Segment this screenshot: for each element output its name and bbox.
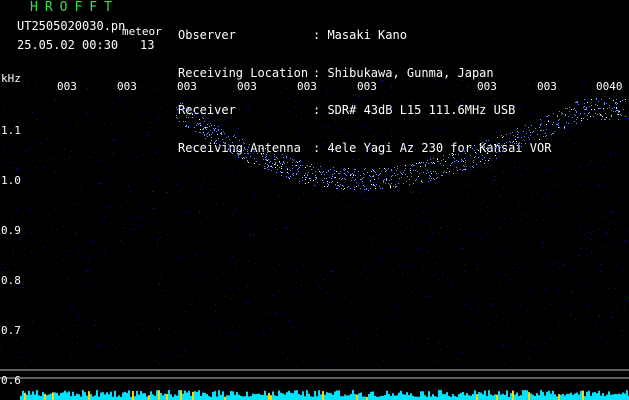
info-row-location: Receiving Location : Shibukawa, Gunma, Ja… bbox=[178, 65, 551, 80]
detection-label: meteor bbox=[122, 25, 162, 38]
date-time: 25.05.02 00:30 bbox=[17, 38, 119, 52]
y-tick-label: 0.7 bbox=[1, 324, 21, 337]
noise-layer bbox=[0, 79, 629, 364]
x-tick-label: 003 bbox=[177, 80, 197, 93]
info-row-observer: Observer : Masaki Kano bbox=[178, 29, 551, 42]
info-value: : Masaki Kano bbox=[313, 28, 407, 42]
x-tick-label: 003 bbox=[297, 80, 317, 93]
meteor-echo-layer bbox=[176, 98, 626, 191]
x-tick-label: 003 bbox=[237, 80, 257, 93]
x-tick-label: 003 bbox=[537, 80, 557, 93]
spectrogram bbox=[0, 79, 629, 400]
y-axis-unit: kHz bbox=[1, 72, 21, 85]
y-tick-label: 0.9 bbox=[1, 224, 21, 237]
x-tick-label: 0040 bbox=[596, 80, 623, 93]
detection-count: 13 bbox=[140, 38, 155, 52]
info-value: : Shibukawa, Gunma, Japan bbox=[313, 65, 494, 80]
y-tick-label: 0.8 bbox=[1, 274, 21, 287]
y-tick-label: 0.6 bbox=[1, 374, 21, 387]
x-tick-label: 003 bbox=[357, 80, 377, 93]
x-tick-label: 003 bbox=[477, 80, 497, 93]
info-key: Observer bbox=[178, 28, 236, 42]
app-brand: HROFFT bbox=[30, 0, 119, 15]
file-name: UT2505020030.pn bbox=[17, 19, 126, 33]
y-tick-label: 1.1 bbox=[1, 124, 21, 137]
x-tick-label: 003 bbox=[117, 80, 137, 93]
x-tick-label: 003 bbox=[57, 80, 77, 93]
y-tick-label: 1.0 bbox=[1, 174, 21, 187]
info-key: Receiving Location bbox=[178, 65, 309, 80]
detection-histogram bbox=[20, 390, 629, 400]
